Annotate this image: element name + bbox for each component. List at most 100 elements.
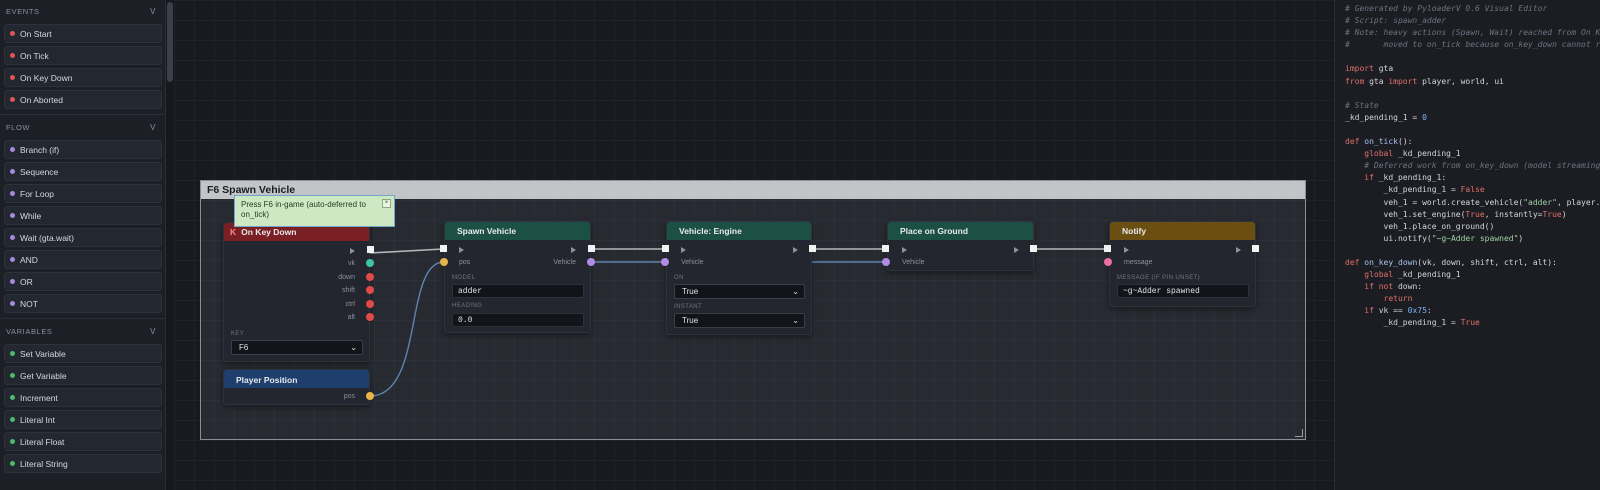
port-label-ctrl: ctrl [345,301,355,308]
chevron-down-icon[interactable]: v [150,327,156,336]
palette-item[interactable]: For Loop [4,184,162,203]
group-resize-handle[interactable] [1295,429,1303,437]
model-input[interactable]: adder [452,284,584,298]
code-token: True [1460,318,1480,328]
node-spawn-vehicle[interactable]: Spawn Vehicle pos Vehicle MODEL adder HE… [444,221,591,333]
code-token: True [1465,209,1485,219]
exec-in-port[interactable] [662,245,669,252]
port-message-in[interactable] [1104,258,1112,266]
port-player-pos-out[interactable] [366,392,374,400]
exec-in-port[interactable] [1104,245,1111,252]
code-token: : [1426,306,1432,316]
palette-item[interactable]: On Start [4,24,162,43]
exec-in-port[interactable] [882,245,889,252]
code-line: # moved to on_tick because on_key_down c… [1345,39,1600,51]
exec-in-port[interactable] [440,245,447,252]
node-header[interactable]: Notify [1110,222,1255,240]
code-line: # Note: heavy actions (Spawn, Wait) reac… [1345,27,1600,39]
palette-item[interactable]: Increment [4,388,162,407]
node-header[interactable]: Place on Ground [888,222,1033,240]
node-graph-canvas[interactable]: F6 Spawn Vehicle K On Key Down vk down s… [174,0,1334,490]
palette-item-label: On Start [20,28,52,39]
chevron-down-icon: ⌄ [792,316,799,325]
code-token: if not [1364,282,1394,292]
code-token: , player.c [1556,197,1600,207]
port-shift[interactable] [366,286,374,294]
palette-item[interactable]: Literal Float [4,432,162,451]
palette-item[interactable]: NOT [4,294,162,313]
node-title: Place on Ground [900,226,969,236]
palette-item-label: On Aborted [20,94,64,105]
palette-item[interactable]: Literal String [4,454,162,473]
palette-item[interactable]: Sequence [4,162,162,181]
code-token: "adder" [1523,197,1557,207]
exec-in-arrow-icon [459,247,464,253]
category-dot-icon [10,279,15,284]
code-token: False [1460,185,1485,195]
node-header[interactable]: Spawn Vehicle [445,222,590,240]
palette-item[interactable]: Set Variable [4,344,162,363]
exec-out-port[interactable] [809,245,816,252]
category-dot-icon [10,191,15,196]
port-vk[interactable] [366,259,374,267]
port-pos-in[interactable] [440,258,448,266]
instant-select[interactable]: True ⌄ [674,313,805,328]
node-place-on-ground[interactable]: Place on Ground Vehicle [887,221,1034,271]
palette-item[interactable]: Get Variable [4,366,162,385]
section-header-flow[interactable]: FLOW v [0,116,165,138]
exec-out-port[interactable] [367,246,374,253]
code-token: veh_1 = world.create_vehicle( [1345,197,1524,207]
instant-label: INSTANT [674,304,703,310]
message-input[interactable]: ~g~Adder spawned [1117,284,1249,298]
palette-item[interactable]: Branch (if) [4,140,162,159]
port-vehicle-in[interactable] [661,258,669,266]
exec-out-port[interactable] [588,245,595,252]
section-header-events[interactable]: EVENTS v [0,0,165,22]
key-select[interactable]: F6 ⌄ [231,340,363,355]
sidebar-scrollbar-thumb[interactable] [167,2,173,82]
port-ctrl[interactable] [366,300,374,308]
node-player-position[interactable]: Player Position pos [223,369,370,405]
port-down[interactable] [366,273,374,281]
node-header[interactable]: Player Position [224,370,369,388]
code-line: def on_key_down(vk, down, shift, ctrl, a… [1345,257,1590,269]
node-header[interactable]: Vehicle: Engine [667,222,811,240]
node-notify[interactable]: Notify message MESSAGE (IF PIN UNSET) ~g… [1109,221,1256,307]
palette-item[interactable]: On Aborted [4,90,162,109]
heading-input[interactable]: 0.0 [452,313,584,327]
generated-code-panel[interactable]: # Generated by PyloaderV 0.6 Visual Edit… [1334,0,1600,490]
palette-item[interactable]: AND [4,250,162,269]
code-token: , instantly= [1484,209,1543,219]
close-icon[interactable]: × [382,199,391,208]
palette-item[interactable]: On Key Down [4,68,162,87]
code-token: ui.notify( [1345,233,1432,243]
node-vehicle-engine[interactable]: Vehicle: Engine Vehicle ON True ⌄ INSTAN… [666,221,812,335]
palette-item[interactable]: On Tick [4,46,162,65]
palette-item[interactable]: OR [4,272,162,291]
port-alt[interactable] [366,313,374,321]
code-token: down: [1393,282,1423,292]
exec-out-port[interactable] [1030,245,1037,252]
node-on-key-down[interactable]: K On Key Down vk down shift ctrl alt KEY… [223,222,370,362]
tooltip-text: Press F6 in-game (auto-deferred to on_ti… [241,200,366,220]
category-dot-icon [10,31,15,36]
palette-item[interactable]: Wait (gta.wait) [4,228,162,247]
palette-item-label: Branch (if) [20,144,60,155]
on-select[interactable]: True ⌄ [674,284,805,299]
chevron-down-icon[interactable]: v [150,123,156,132]
code-token: # Deferred work from on_key_down (model … [1364,161,1600,171]
node-palette-sidebar: EVENTS v On Start On Tick On Key Down On Abor… [0,0,166,490]
exec-out-port[interactable] [1252,245,1259,252]
chevron-down-icon[interactable]: v [150,7,156,16]
code-token: global [1364,270,1394,280]
code-token: gta [1364,76,1389,86]
palette-item-label: Literal Float [20,436,65,447]
palette-item[interactable]: Literal Int [4,410,162,429]
code-token: # moved to on_tick because on_key_down c… [1345,40,1600,50]
port-vehicle-out[interactable] [587,258,595,266]
code-line: if not down: [1345,281,1590,293]
palette-item[interactable]: While [4,206,162,225]
section-header-variables[interactable]: VARIABLES v [0,320,165,342]
port-vehicle-in[interactable] [882,258,890,266]
